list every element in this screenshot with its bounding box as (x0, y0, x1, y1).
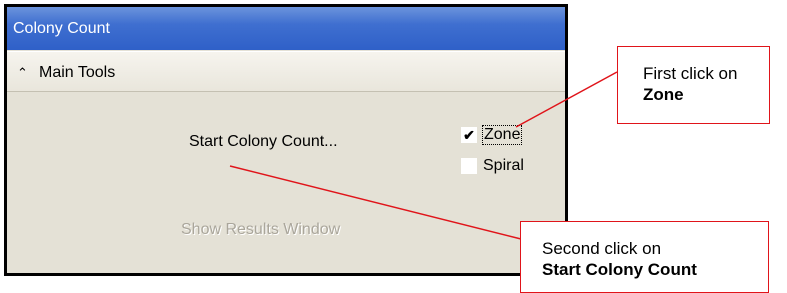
callout-2-pointer (229, 165, 522, 240)
callout-second-click: Second click on Start Colony Count (520, 221, 769, 293)
callout-1-pointer (515, 71, 618, 128)
callout-second-text: Second click on (542, 239, 662, 258)
callout-first-text: First click on (643, 64, 738, 83)
callout-first-bold: Zone (643, 85, 684, 104)
callout-second-bold: Start Colony Count (542, 260, 697, 279)
callout-first-click: First click on Zone (617, 46, 770, 124)
